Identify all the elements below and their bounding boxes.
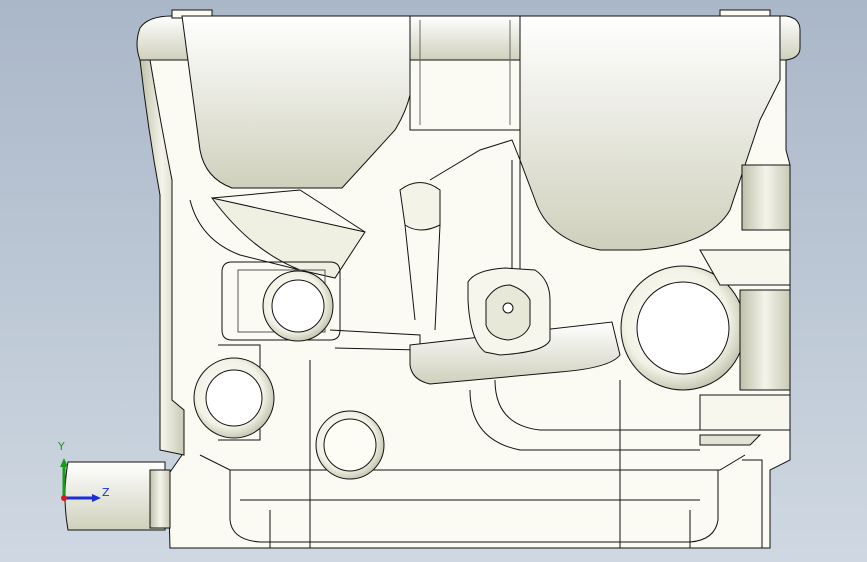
z-axis-label: Z xyxy=(102,486,110,499)
cad-graphics-viewport[interactable]: Y Z xyxy=(0,0,867,562)
y-axis-label: Y xyxy=(58,440,65,453)
x-axis-dot xyxy=(61,495,67,501)
triad-axes xyxy=(60,458,101,502)
coordinate-triad: Y Z xyxy=(44,438,124,518)
y-axis-arrowhead xyxy=(60,458,68,467)
cad-part-model[interactable] xyxy=(0,0,867,562)
z-axis-arrowhead xyxy=(92,494,101,502)
